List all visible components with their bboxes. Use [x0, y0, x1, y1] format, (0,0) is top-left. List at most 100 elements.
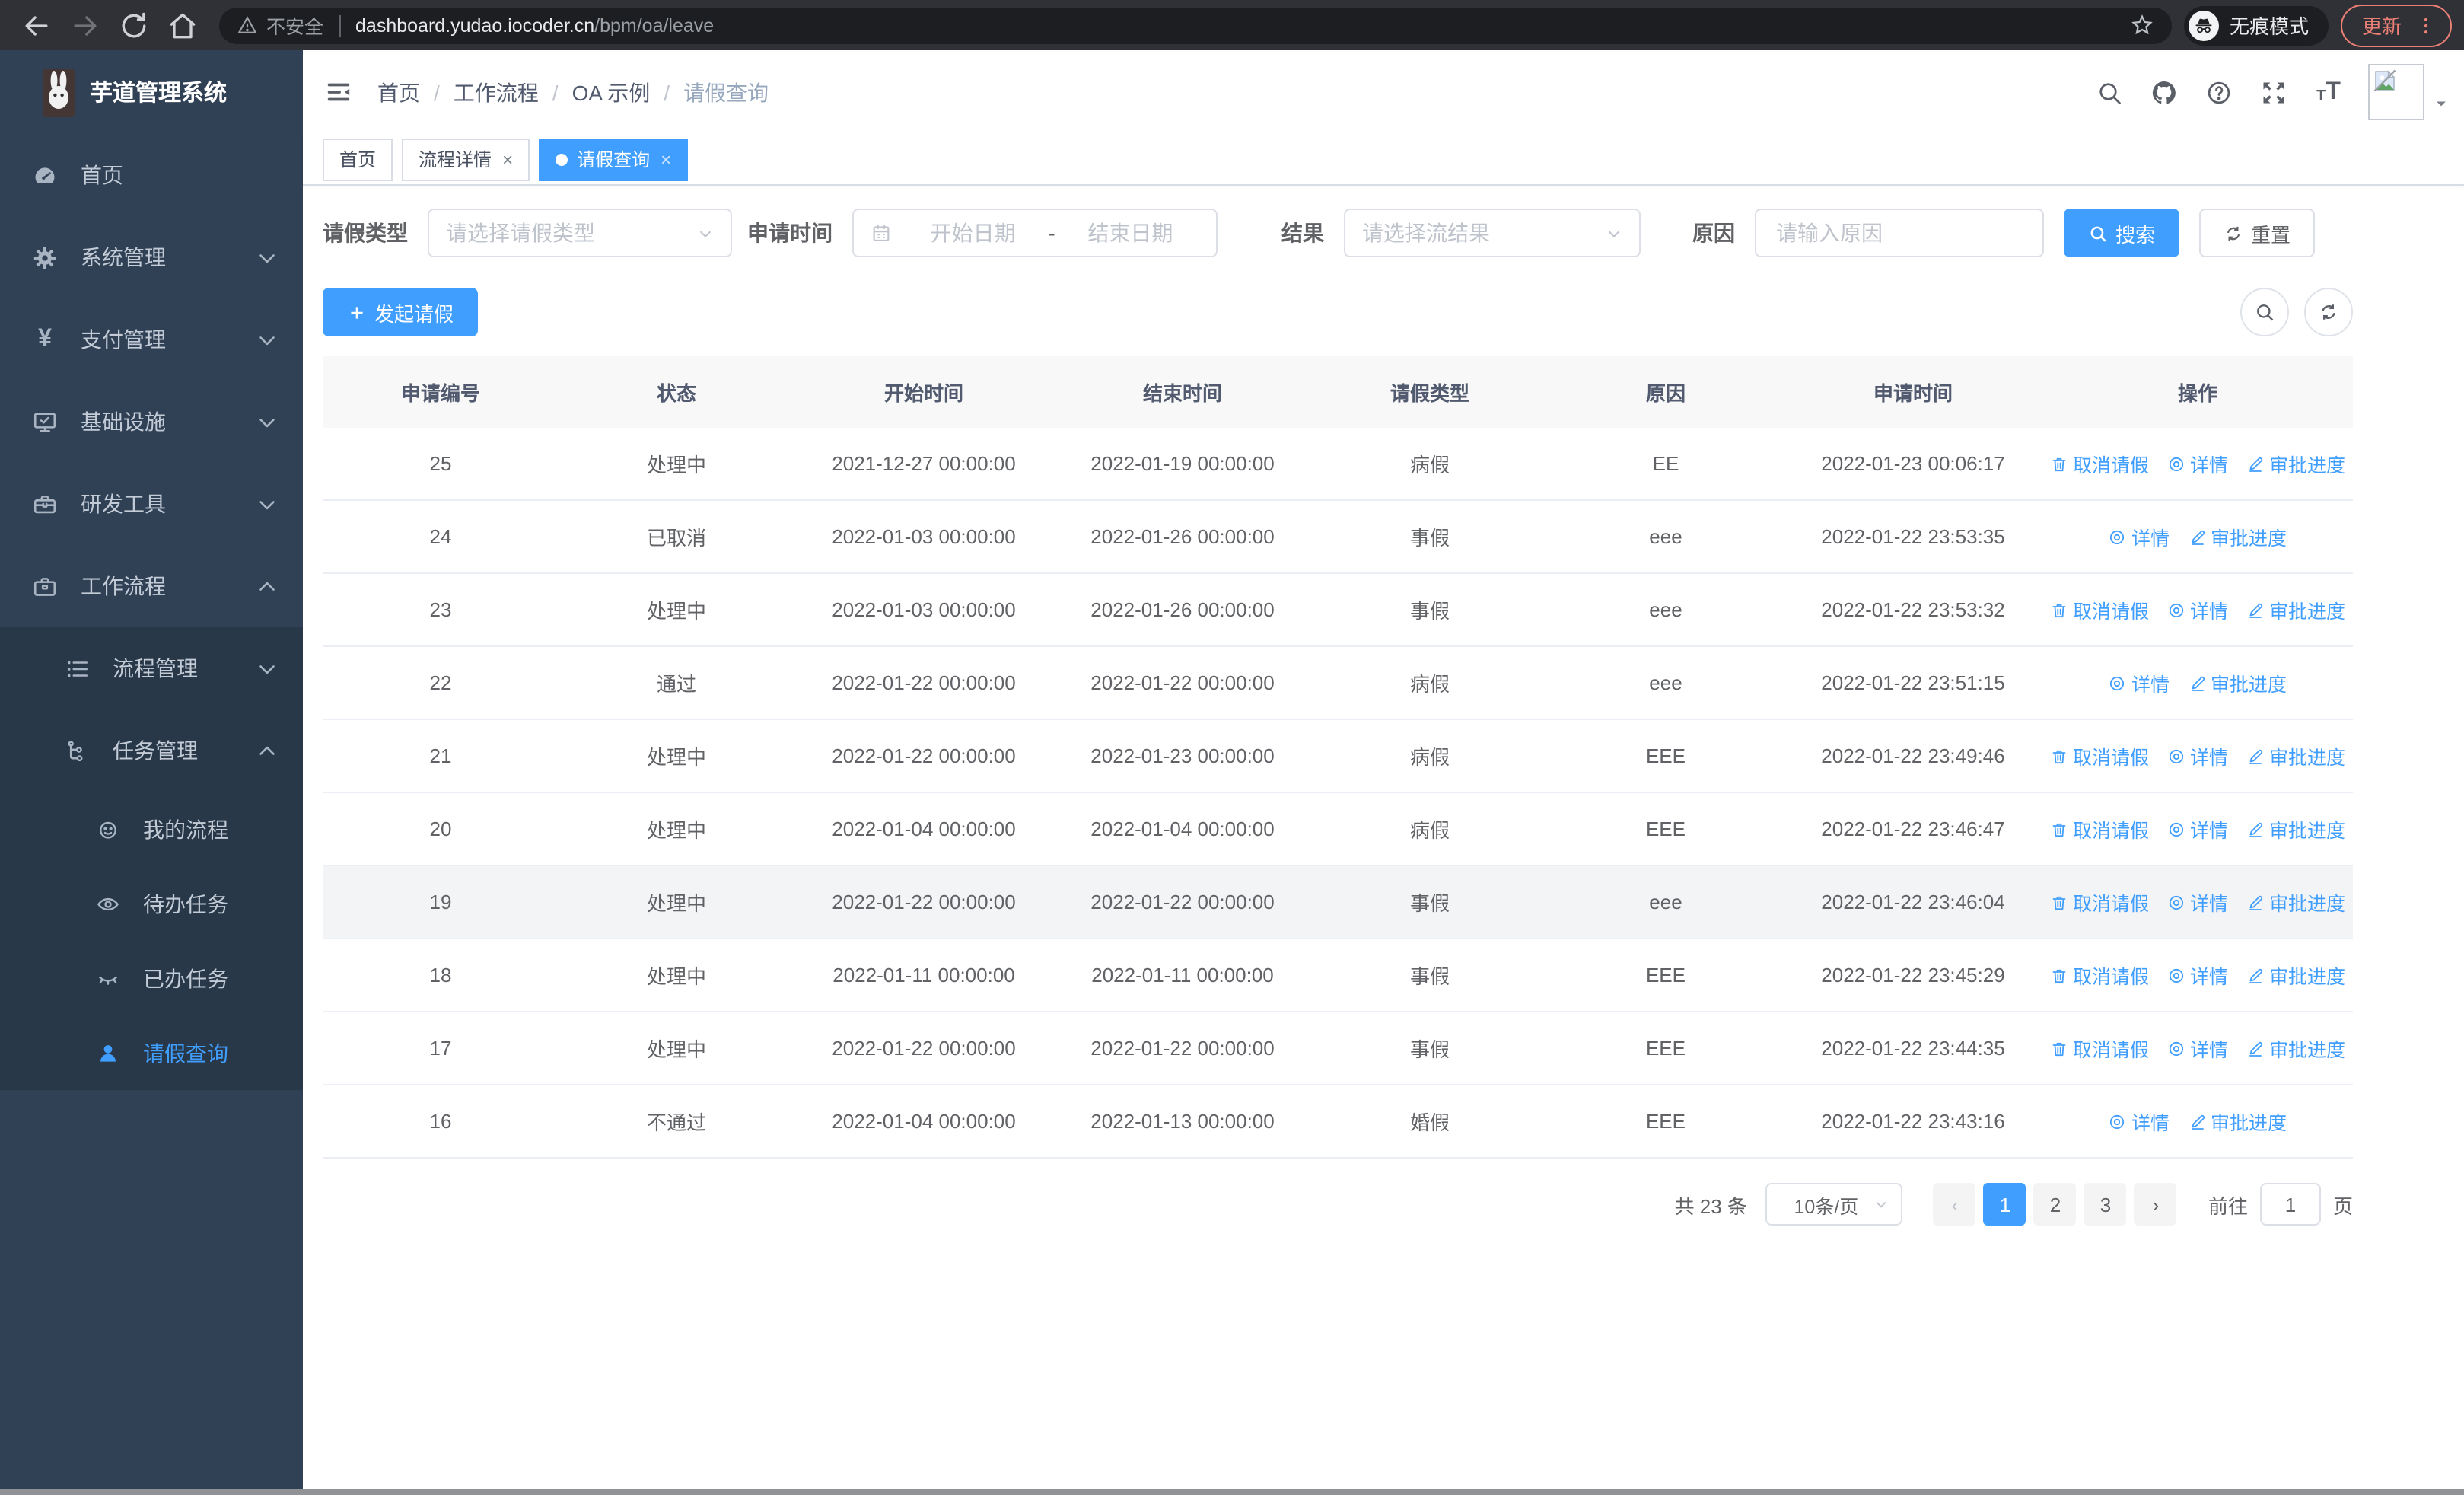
caret-down-icon[interactable]	[2434, 95, 2449, 110]
page-size-select[interactable]: 10条/页	[1765, 1183, 1902, 1226]
sidebar-item-system[interactable]: 系统管理	[0, 216, 303, 298]
sidebar-item-done-task[interactable]: 已办任务	[0, 941, 303, 1015]
progress-action-link[interactable]: 审批进度	[2246, 595, 2345, 624]
page-1-button[interactable]: 1	[1983, 1183, 2026, 1226]
prev-page-button[interactable]: ‹	[1933, 1183, 1976, 1226]
table-cell: 2022-01-22 23:51:15	[1821, 671, 2005, 694]
font-size-icon[interactable]: TT	[2315, 78, 2342, 106]
back-icon[interactable]	[20, 8, 53, 42]
table-cell: 病假	[1409, 454, 1450, 477]
progress-action-link[interactable]: 审批进度	[2246, 814, 2345, 843]
page-2-button[interactable]: 2	[2033, 1183, 2077, 1226]
detail-action-link[interactable]: 详情	[2109, 668, 2170, 697]
breadcrumb-item[interactable]: 工作流程	[454, 77, 539, 107]
cancel-action-link[interactable]: 取消请假	[2050, 595, 2149, 624]
detail-action-link[interactable]: 详情	[2167, 449, 2228, 478]
detail-action-link[interactable]: 详情	[2109, 1107, 2170, 1136]
security-label[interactable]: 不安全	[266, 11, 323, 40]
avatar[interactable]	[2368, 64, 2424, 120]
result-select[interactable]: 请选择流结果	[1344, 209, 1641, 257]
table-cell: 2022-01-19 00:00:00	[1090, 452, 1275, 475]
sidebar-item-workflow[interactable]: 工作流程	[0, 545, 303, 627]
close-icon[interactable]: ×	[661, 150, 671, 168]
cancel-action-link[interactable]: 取消请假	[2050, 1034, 2149, 1063]
apply-time-range-picker[interactable]: 开始日期 - 结束日期	[852, 209, 1218, 257]
progress-action-link[interactable]: 审批进度	[2188, 668, 2287, 697]
cancel-action-link[interactable]: 取消请假	[2050, 814, 2149, 843]
table-cell: 16	[429, 1110, 452, 1133]
app-logo[interactable]: 芋道管理系统	[0, 50, 303, 134]
detail-action-link[interactable]: 详情	[2167, 595, 2228, 624]
sidebar-item-my-process[interactable]: 我的流程	[0, 792, 303, 866]
reset-button[interactable]: 重置	[2199, 209, 2316, 257]
detail-action-link[interactable]: 详情	[2167, 1034, 2228, 1063]
sidebar-item-infrastructure[interactable]: 基础设施	[0, 381, 303, 463]
breadcrumb: 首页 / 工作流程 / OA 示例 / 请假查询	[377, 77, 769, 107]
tab-process-detail[interactable]: 流程详情 ×	[402, 138, 530, 180]
detail-action-link[interactable]: 详情	[2167, 814, 2228, 843]
sidebar-item-home[interactable]: 首页	[0, 134, 303, 216]
cancel-action-link[interactable]: 取消请假	[2050, 961, 2149, 990]
next-page-button[interactable]: ›	[2134, 1183, 2177, 1226]
progress-action-link[interactable]: 审批进度	[2246, 961, 2345, 990]
sidebar-item-todo-task[interactable]: 待办任务	[0, 866, 303, 941]
create-leave-button[interactable]: 发起请假	[323, 288, 479, 336]
table-row: 23 处理中 2022-01-03 00:00:00 2022-01-26 00:00…	[323, 574, 2353, 647]
detail-action-link[interactable]: 详情	[2109, 522, 2170, 551]
reload-icon[interactable]	[117, 8, 151, 42]
progress-action-link[interactable]: 审批进度	[2246, 449, 2345, 478]
table-cell: 23	[429, 598, 452, 621]
toggle-search-button[interactable]	[2240, 288, 2289, 336]
browser-menu-icon[interactable]	[2415, 14, 2437, 36]
chevron-down-icon	[1873, 1197, 1889, 1212]
bookmark-star-icon[interactable]	[2131, 14, 2154, 37]
table-row: 20 处理中 2022-01-04 00:00:00 2022-01-04 00:00…	[323, 793, 2353, 866]
warning-icon	[237, 15, 257, 35]
search-icon[interactable]	[2096, 78, 2123, 106]
jump-page-input[interactable]	[2259, 1183, 2321, 1226]
table-cell: 2022-01-22 00:00:00	[1090, 1037, 1275, 1060]
sidebar-item-leave-query[interactable]: 请假查询	[0, 1015, 303, 1090]
forward-icon[interactable]	[68, 8, 102, 42]
sidebar-item-payment[interactable]: ¥ 支付管理	[0, 298, 303, 381]
progress-action-link[interactable]: 审批进度	[2188, 522, 2287, 551]
cancel-action-link[interactable]: 取消请假	[2050, 888, 2149, 916]
reason-input[interactable]	[1773, 219, 2026, 247]
address-bar[interactable]: 不安全 dashboard.yudao.iocoder.cn/bpm/oa/le…	[219, 7, 2172, 43]
end-date-placeholder[interactable]: 结束日期	[1062, 218, 1199, 248]
search-button[interactable]: 搜索	[2064, 209, 2180, 257]
cancel-action-link[interactable]: 取消请假	[2050, 449, 2149, 478]
progress-action-link[interactable]: 审批进度	[2246, 1034, 2345, 1063]
home-icon[interactable]	[166, 8, 199, 42]
detail-action-link[interactable]: 详情	[2167, 741, 2228, 770]
progress-action-link[interactable]: 审批进度	[2188, 1107, 2287, 1136]
table-row: 22 通过 2022-01-22 00:00:00 2022-01-22 00:00:…	[323, 647, 2353, 720]
tab-home[interactable]: 首页	[323, 138, 393, 180]
sidebar-item-process-mgmt[interactable]: 流程管理	[0, 627, 303, 709]
progress-action-link[interactable]: 审批进度	[2246, 741, 2345, 770]
page-3-button[interactable]: 3	[2084, 1183, 2127, 1226]
sidebar-item-label: 支付管理	[81, 327, 166, 352]
view-icon	[2167, 601, 2185, 619]
detail-action-link[interactable]: 详情	[2167, 961, 2228, 990]
tab-leave-query[interactable]: 请假查询 ×	[539, 138, 689, 180]
sidebar-collapse-icon[interactable]	[326, 79, 352, 105]
question-icon[interactable]	[2205, 78, 2233, 106]
start-date-placeholder[interactable]: 开始日期	[904, 218, 1042, 248]
breadcrumb-separator: /	[552, 80, 559, 104]
close-icon[interactable]: ×	[502, 150, 513, 168]
breadcrumb-item[interactable]: 首页	[377, 77, 420, 107]
sidebar-item-devtools[interactable]: 研发工具	[0, 463, 303, 545]
cancel-action-link[interactable]: 取消请假	[2050, 741, 2149, 770]
detail-action-link[interactable]: 详情	[2167, 888, 2228, 916]
refresh-table-button[interactable]	[2304, 288, 2353, 336]
active-tab-dot	[556, 153, 568, 165]
sidebar-item-task-mgmt[interactable]: 任务管理	[0, 709, 303, 792]
github-icon[interactable]	[2150, 78, 2178, 106]
breadcrumb-item[interactable]: OA 示例	[572, 77, 651, 107]
progress-action-link[interactable]: 审批进度	[2246, 888, 2345, 916]
browser-update-button[interactable]: 更新	[2340, 4, 2452, 46]
table-cell: 2022-01-22 23:43:16	[1821, 1110, 2005, 1133]
leave-type-select[interactable]: 请选择请假类型	[428, 209, 732, 257]
fullscreen-icon[interactable]	[2260, 78, 2287, 106]
